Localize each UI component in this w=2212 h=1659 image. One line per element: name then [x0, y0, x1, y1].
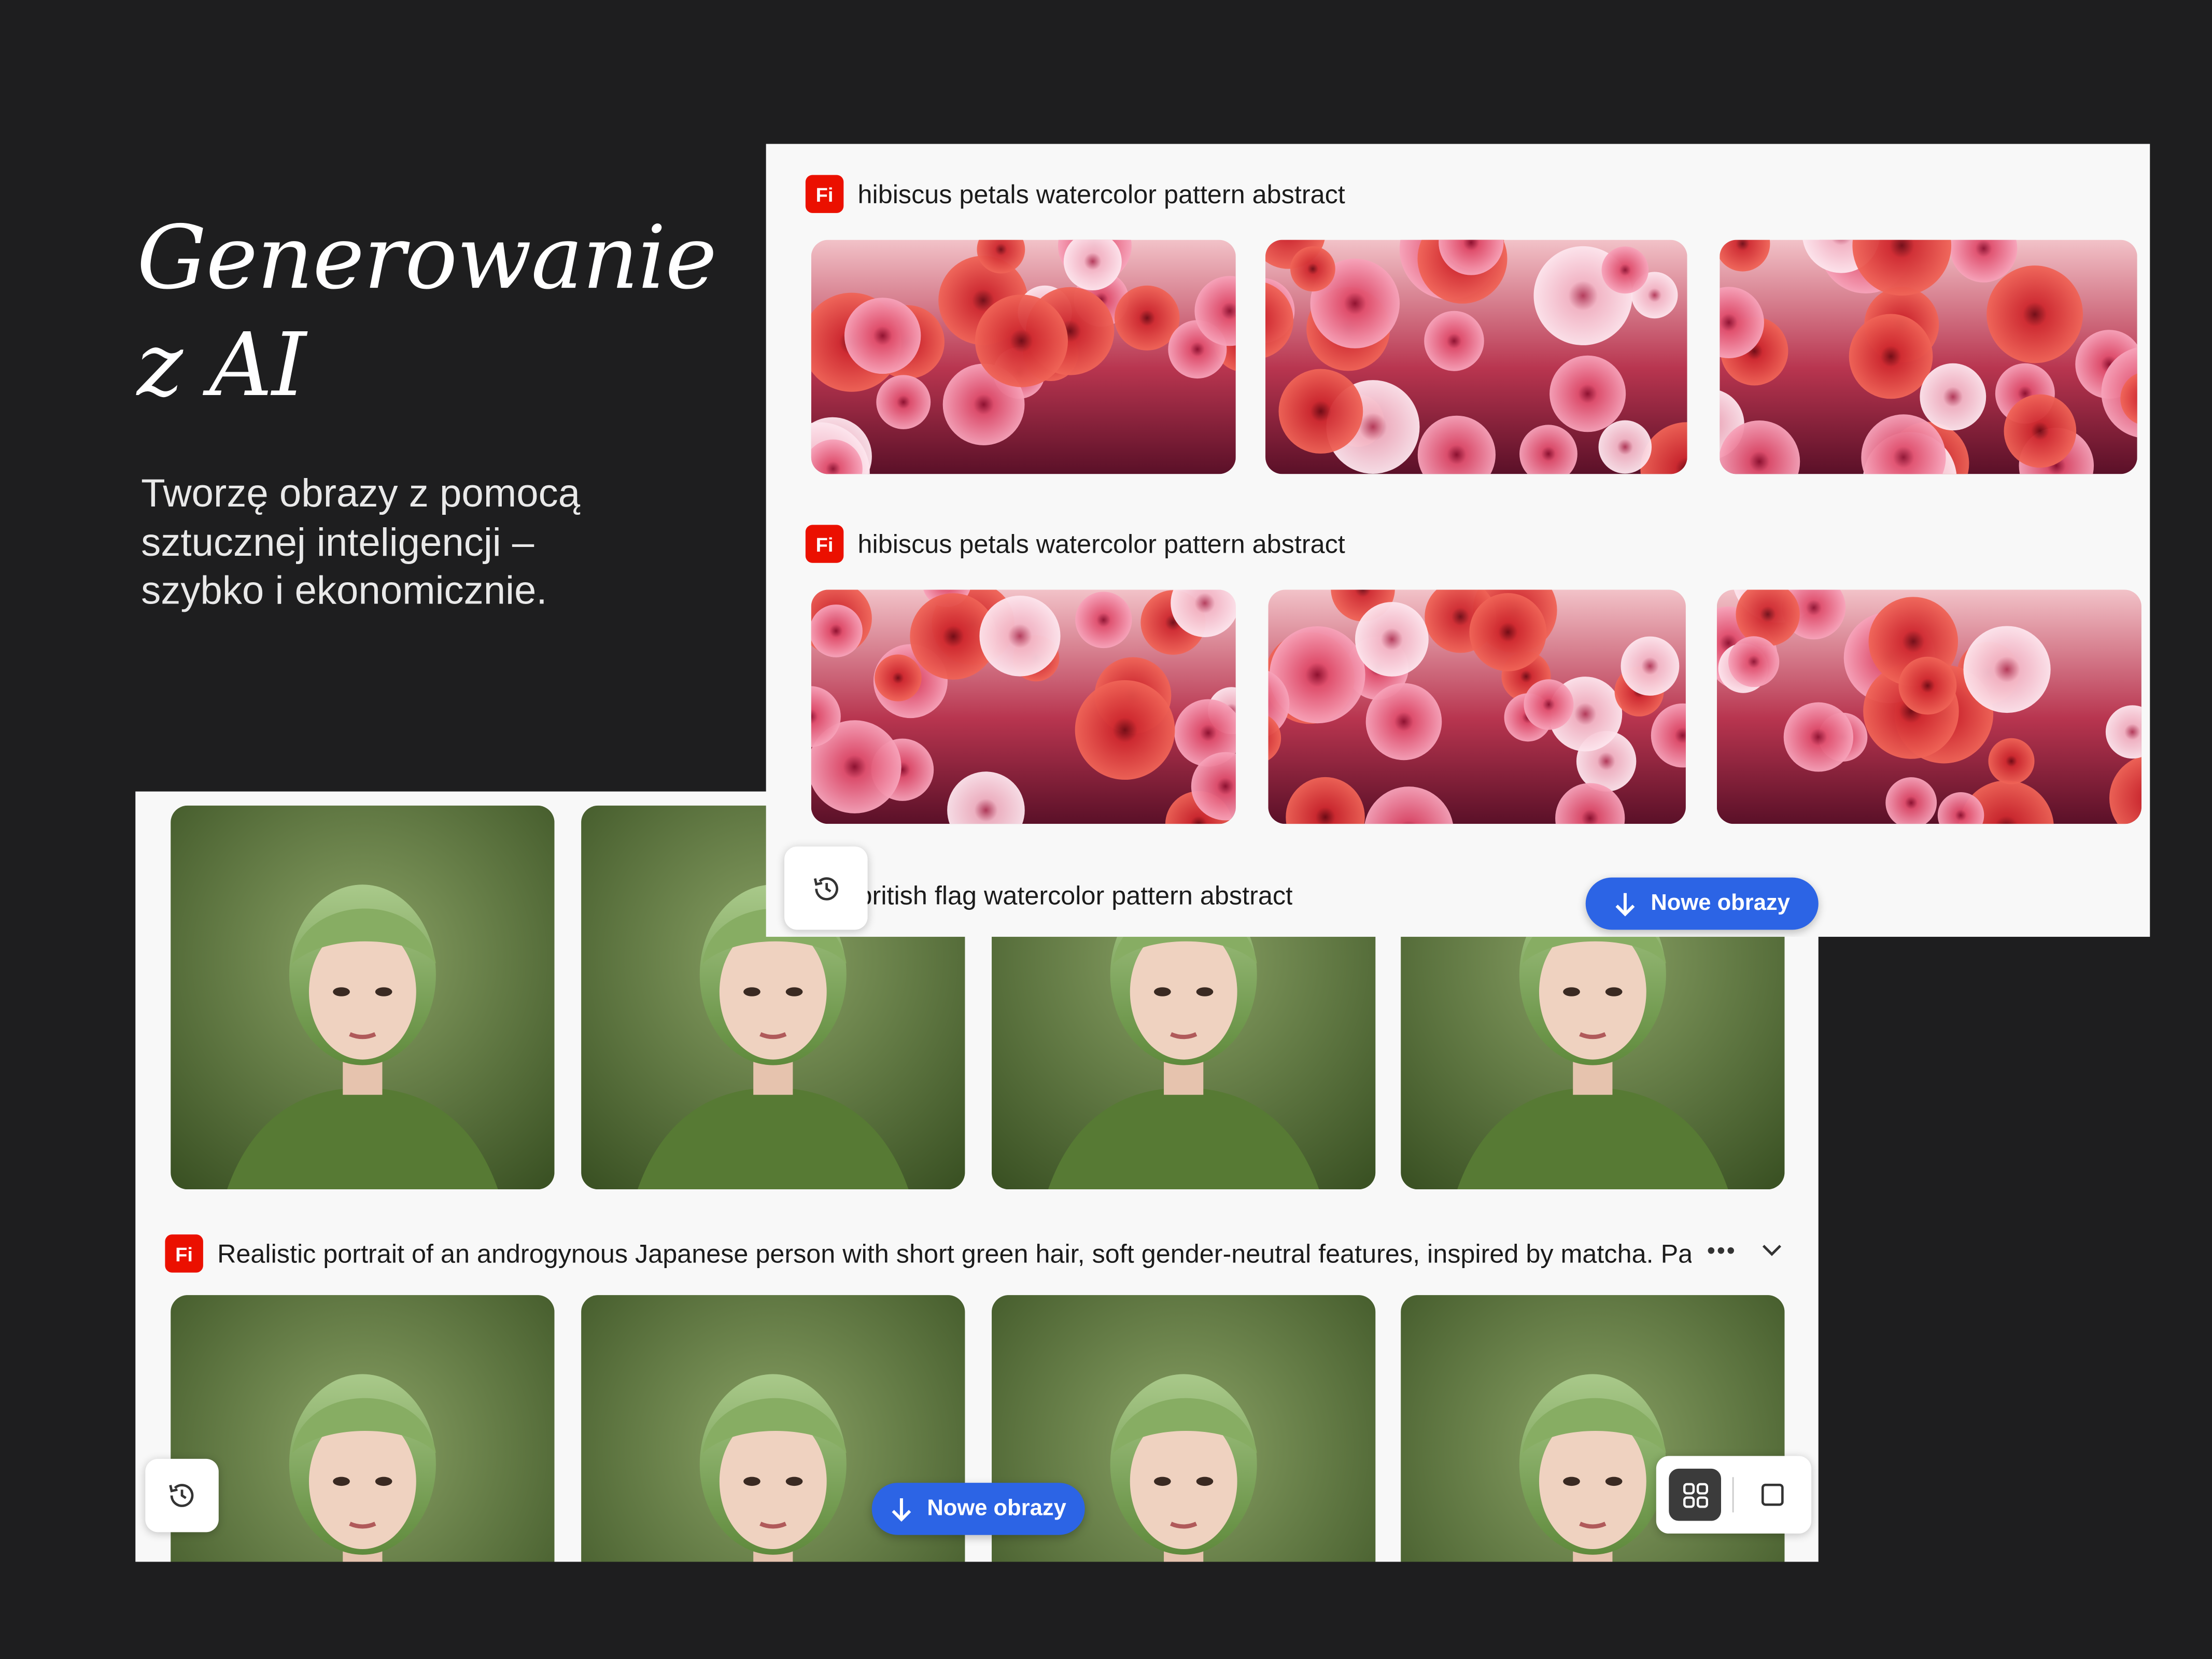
- firefly-icon: Fi: [165, 1234, 203, 1273]
- flower-artwork: [1720, 240, 2137, 474]
- history-icon: [169, 1484, 194, 1507]
- prompt-text[interactable]: hibiscus petals watercolor pattern abstr…: [858, 528, 1345, 559]
- new-images-label: Nowe obrazy: [1651, 891, 1790, 915]
- portrait-artwork: [171, 1295, 555, 1562]
- flower-image[interactable]: [811, 589, 1236, 824]
- page-subtitle: Tworzę obrazy z pomocą sztucznej intelig…: [141, 470, 734, 616]
- history-button[interactable]: [145, 1458, 219, 1533]
- subtitle-line-2: sztucznej inteligencji –: [141, 519, 534, 564]
- single-view-icon: [1761, 1483, 1784, 1506]
- view-switcher: [1656, 1456, 1812, 1534]
- flower-shape: [1783, 702, 1854, 772]
- new-images-label: Nowe obrazy: [927, 1496, 1066, 1521]
- flower-shape: [876, 375, 931, 429]
- single-view-button[interactable]: [1746, 1469, 1799, 1521]
- flower-shape: [1278, 369, 1363, 454]
- prompt-row: Fi british flag watercolor pattern abstr…: [805, 876, 1293, 915]
- portrait-image[interactable]: [171, 805, 555, 1190]
- flower-shape: [979, 595, 1061, 677]
- flower-shape: [1075, 592, 1132, 649]
- prompt-row: Fi hibiscus petals watercolor pattern ab…: [805, 175, 1345, 213]
- history-button[interactable]: [784, 846, 868, 930]
- flower-artwork: [1268, 589, 1686, 824]
- flower-image[interactable]: [1268, 589, 1686, 824]
- flower-shape: [1920, 363, 1986, 431]
- flowers-panel: Fi hibiscus petals watercolor pattern ab…: [766, 144, 2150, 937]
- flower-shape: [811, 604, 863, 657]
- history-icon: [813, 876, 838, 900]
- flower-shape: [844, 298, 921, 374]
- arrow-down-icon: [892, 1497, 911, 1521]
- flower-image[interactable]: [1716, 589, 2141, 824]
- chevron-down-icon[interactable]: [1760, 1240, 1783, 1267]
- portrait-artwork: [171, 805, 555, 1190]
- flower-shape: [1621, 636, 1680, 696]
- flower-shape: [1365, 683, 1442, 761]
- flower-shape: [975, 294, 1068, 387]
- flower-shape: [1075, 680, 1175, 780]
- flower-shape: [1355, 602, 1429, 677]
- flower-shape: [1424, 311, 1484, 371]
- title-line-2: z AI: [136, 313, 306, 416]
- title-line-1: Generowanie: [136, 206, 717, 309]
- flower-shape: [1469, 593, 1547, 671]
- flower-shape: [1728, 636, 1780, 687]
- subtitle-line-1: Tworzę obrazy z pomocą: [141, 471, 581, 515]
- flower-shape: [1601, 246, 1649, 294]
- firefly-icon: Fi: [805, 175, 844, 213]
- grid-view-button[interactable]: [1669, 1468, 1721, 1521]
- divider: [1732, 1477, 1734, 1513]
- flower-artwork: [811, 240, 1236, 474]
- flower-image[interactable]: [811, 240, 1236, 474]
- new-images-button[interactable]: Nowe obrazy: [871, 1483, 1085, 1535]
- flower-artwork: [1265, 240, 1687, 474]
- flower-shape: [1898, 656, 1957, 715]
- prompt-row: Fi hibiscus petals watercolor pattern ab…: [805, 525, 1345, 563]
- flower-image[interactable]: [1265, 240, 1687, 474]
- subtitle-line-3: szybko i ekonomicznie.: [141, 568, 547, 613]
- flower-shape: [1290, 246, 1335, 292]
- flower-shape: [2004, 394, 2077, 468]
- flower-shape: [1986, 265, 2083, 363]
- more-options-icon[interactable]: •••: [1707, 1238, 1737, 1266]
- prompt-text[interactable]: Realistic portrait of an androgynous Jap…: [217, 1238, 1692, 1269]
- prompt-text[interactable]: british flag watercolor pattern abstract: [858, 880, 1293, 911]
- flower-shape: [1598, 420, 1652, 474]
- firefly-icon: Fi: [805, 525, 844, 563]
- flower-shape: [1963, 626, 2051, 713]
- flower-shape: [1524, 679, 1574, 730]
- flower-shape: [1988, 738, 2035, 784]
- grid-view-icon: [1682, 1482, 1708, 1508]
- prompt-text[interactable]: hibiscus petals watercolor pattern abstr…: [858, 178, 1345, 209]
- new-images-button[interactable]: Nowe obrazy: [1585, 877, 1819, 930]
- flower-shape: [1549, 355, 1626, 432]
- flower-artwork: [1716, 589, 2141, 824]
- flower-artwork: [811, 589, 1236, 824]
- prompt-row: Fi Realistic portrait of an androgynous …: [165, 1234, 1696, 1273]
- arrow-down-icon: [1615, 892, 1635, 916]
- portrait-image[interactable]: [171, 1295, 555, 1562]
- flower-image[interactable]: [1720, 240, 2137, 474]
- page-title: Generowanie z AI: [136, 205, 717, 419]
- flower-shape: [1849, 314, 1933, 399]
- flower-shape: [875, 654, 922, 701]
